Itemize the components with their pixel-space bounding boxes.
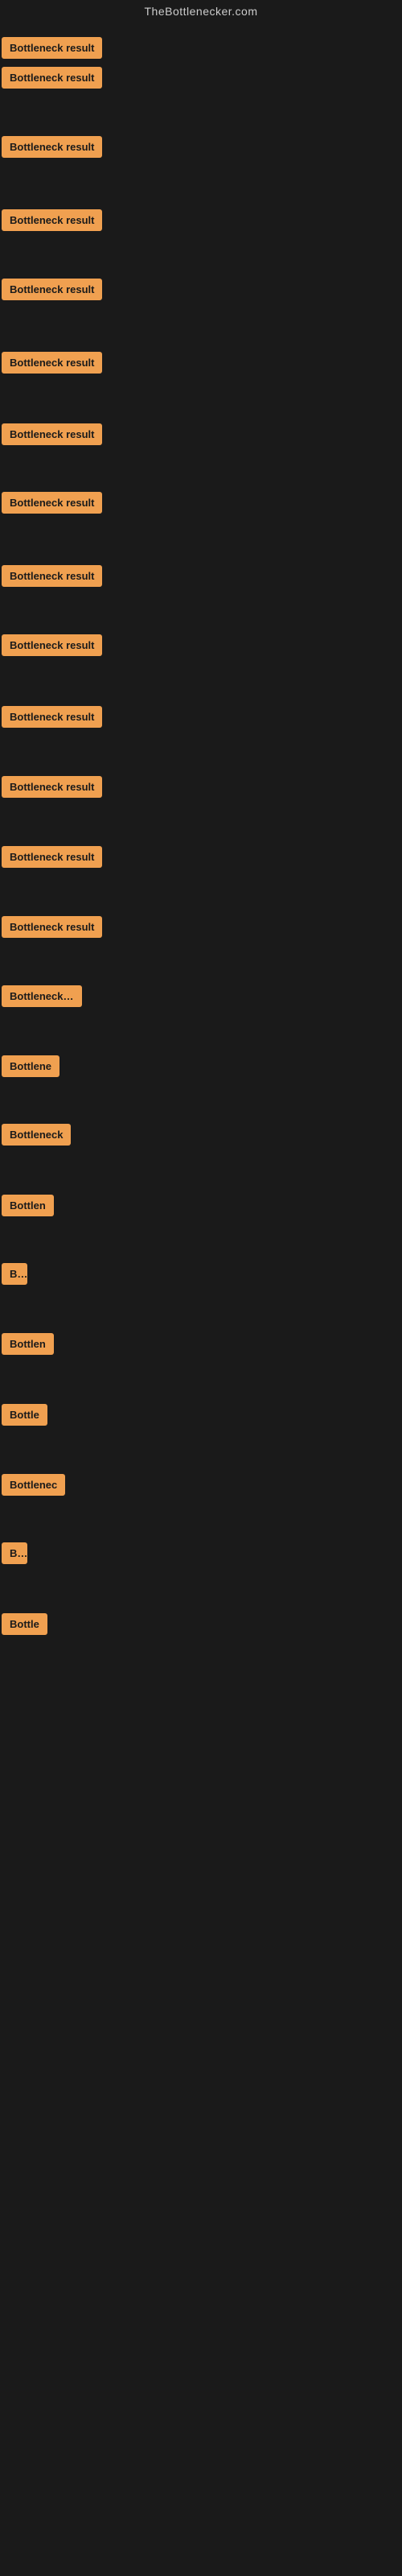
- bottleneck-badge-13[interactable]: Bottleneck result: [2, 846, 102, 868]
- bottleneck-badge-3[interactable]: Bottleneck result: [2, 136, 102, 158]
- bottleneck-badge-22[interactable]: Bottlenec: [2, 1474, 65, 1496]
- site-title: TheBottlenecker.com: [144, 0, 257, 21]
- badges-container: Bottleneck result Bottleneck result Bottle…: [0, 21, 402, 1711]
- bottleneck-badge-24[interactable]: Bottle: [2, 1613, 47, 1635]
- bottleneck-badge-5[interactable]: Bottleneck result: [2, 279, 102, 300]
- bottleneck-badge-16[interactable]: Bottlene: [2, 1055, 59, 1077]
- bottleneck-badge-4[interactable]: Bottleneck result: [2, 209, 102, 231]
- bottleneck-badge-9[interactable]: Bottleneck result: [2, 565, 102, 587]
- bottleneck-badge-23[interactable]: Bo: [2, 1542, 27, 1564]
- bottleneck-badge-17[interactable]: Bottleneck: [2, 1124, 71, 1146]
- bottleneck-badge-18[interactable]: Bottlen: [2, 1195, 54, 1216]
- bottleneck-badge-15[interactable]: Bottleneck re: [2, 985, 82, 1007]
- bottleneck-badge-12[interactable]: Bottleneck result: [2, 776, 102, 798]
- site-title-container: TheBottlenecker.com: [0, 0, 402, 21]
- bottleneck-badge-21[interactable]: Bottle: [2, 1404, 47, 1426]
- bottleneck-badge-7[interactable]: Bottleneck result: [2, 423, 102, 445]
- bottleneck-badge-10[interactable]: Bottleneck result: [2, 634, 102, 656]
- bottleneck-badge-20[interactable]: Bottlen: [2, 1333, 54, 1355]
- bottleneck-badge-8[interactable]: Bottleneck result: [2, 492, 102, 514]
- bottleneck-badge-19[interactable]: Bo: [2, 1263, 27, 1285]
- bottleneck-badge-1[interactable]: Bottleneck result: [2, 37, 102, 59]
- bottleneck-badge-14[interactable]: Bottleneck result: [2, 916, 102, 938]
- bottleneck-badge-11[interactable]: Bottleneck result: [2, 706, 102, 728]
- bottleneck-badge-6[interactable]: Bottleneck result: [2, 352, 102, 374]
- bottleneck-badge-2[interactable]: Bottleneck result: [2, 67, 102, 89]
